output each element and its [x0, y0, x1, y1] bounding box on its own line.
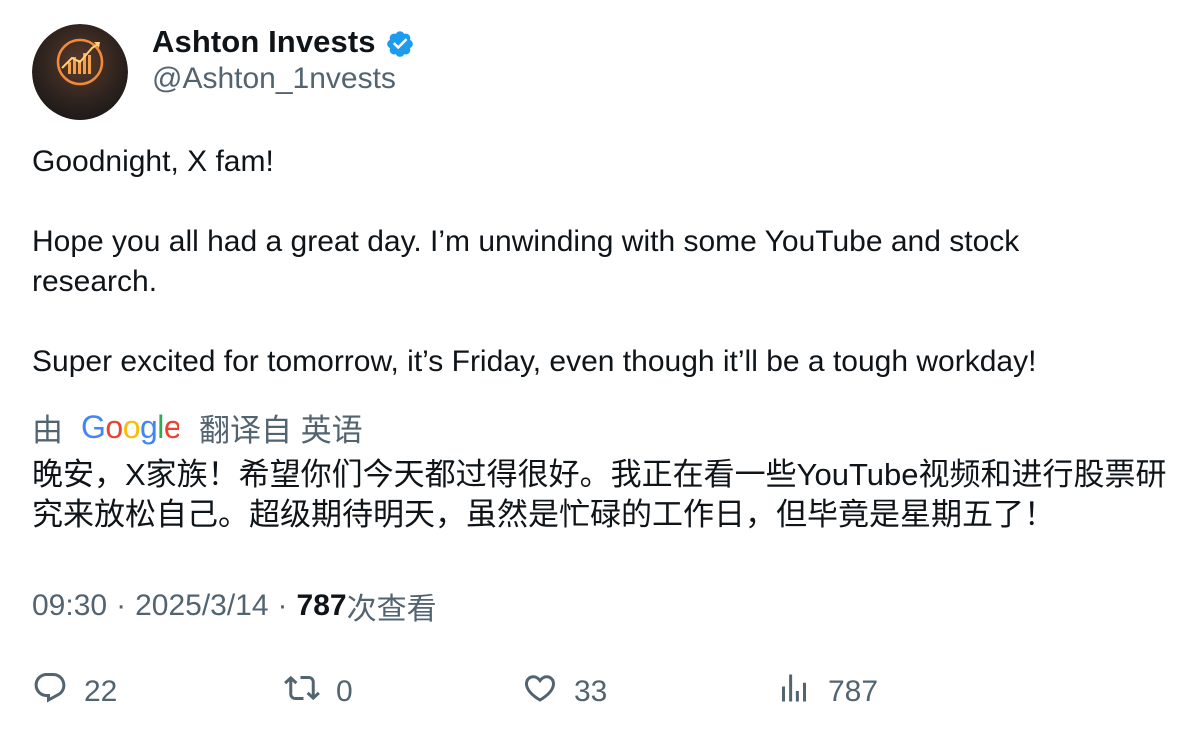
tweet-paragraph: Goodnight, X fam!: [32, 145, 274, 178]
translation-prefix: 由: [32, 412, 63, 448]
views-count: 787: [296, 589, 347, 622]
retweet-icon: [284, 670, 320, 714]
author-name-row: Ashton Invests: [152, 22, 415, 62]
tweet-text: Goodnight, X fam! Hope you all had a gre…: [32, 142, 1152, 382]
views-label: 次查看: [346, 593, 437, 626]
like-button[interactable]: 33: [522, 668, 607, 716]
views-action-count: 787: [828, 675, 879, 708]
avatar[interactable]: [32, 24, 128, 120]
translation-attribution: 由 Google 翻译自 英语: [32, 405, 363, 449]
tweet-paragraph: Hope you all had a great day. I’m unwind…: [32, 225, 1020, 298]
like-count: 33: [574, 675, 608, 708]
translated-tweet-text: 晚安，X家族！希望你们今天都过得很好。我正在看一些YouTube视频和进行股票研…: [32, 457, 1167, 532]
tweet-time[interactable]: 09:30: [32, 589, 107, 623]
reply-icon: [32, 670, 68, 714]
google-logo[interactable]: Google: [81, 405, 182, 449]
meta-separator: ·: [277, 589, 288, 622]
author-display-name[interactable]: Ashton Invests: [152, 24, 376, 60]
heart-icon: [522, 670, 558, 714]
verified-badge-icon[interactable]: [385, 29, 415, 59]
retweet-button[interactable]: 0: [284, 668, 353, 716]
views-button[interactable]: 787: [776, 668, 878, 716]
retweet-count: 0: [336, 675, 353, 708]
tweet-meta: 09:30 · 2025/3/14 · 787 次查看: [32, 584, 437, 628]
tweet-paragraph: Super excited for tomorrow, it’s Friday,…: [32, 345, 1037, 378]
reply-button[interactable]: 22: [32, 668, 117, 716]
avatar-logo-image: [32, 24, 128, 120]
views-bar-chart-icon: [776, 670, 812, 714]
translation-suffix[interactable]: 翻译自 英语: [199, 405, 363, 450]
svg-text:Google: Google: [81, 409, 179, 445]
reply-count: 22: [84, 675, 118, 708]
author-handle[interactable]: @Ashton_1nvests: [152, 62, 396, 96]
meta-separator: ·: [116, 589, 127, 622]
action-bar: 22 0 33 787: [32, 668, 1172, 716]
tweet-date[interactable]: 2025/3/14: [135, 589, 268, 623]
